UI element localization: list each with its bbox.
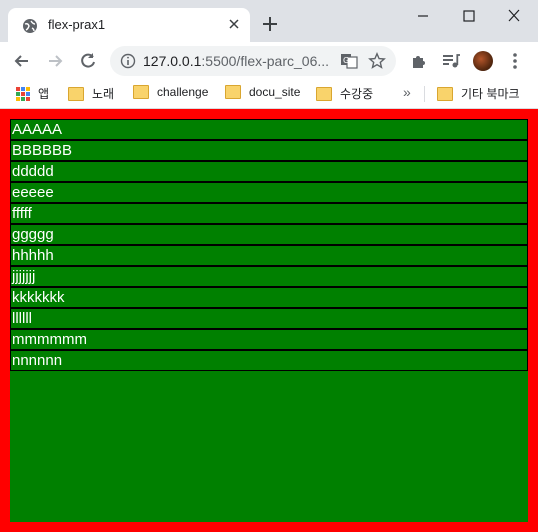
bookmark-folder[interactable]: 수강중 <box>316 85 373 102</box>
folder-icon <box>68 86 84 101</box>
bookmark-apps-label: 앱 <box>38 87 50 101</box>
close-tab-icon[interactable] <box>226 16 242 32</box>
tab-strip: flex-prax1 <box>0 0 538 42</box>
address-path: :5500/flex-parc_06... <box>201 53 330 69</box>
bookmark-folder[interactable]: challenge <box>133 85 208 99</box>
address-host: 127.0.0.1 <box>143 53 202 69</box>
bookmarks-overflow-button[interactable]: » <box>403 84 411 100</box>
flex-item: llllll <box>10 308 528 329</box>
bookmark-folder[interactable]: docu_site <box>225 85 300 99</box>
close-window-icon[interactable] <box>505 8 523 24</box>
flex-item: kkkkkkk <box>10 287 528 308</box>
new-tab-icon[interactable] <box>261 15 279 33</box>
maximize-icon[interactable] <box>460 8 478 24</box>
other-bookmarks[interactable]: 기타 북마크 <box>437 85 520 102</box>
folder-icon <box>133 85 149 99</box>
other-bookmarks-label: 기타 북마크 <box>461 87 520 101</box>
bookmarks-bar: 앱 노래 challenge docu_site 수강중 » 기타 북마크 <box>0 80 538 109</box>
back-icon[interactable] <box>12 51 32 71</box>
address-text[interactable]: 127.0.0.1:5500/flex-parc_06... <box>143 53 329 69</box>
reload-icon[interactable] <box>78 51 98 71</box>
flex-item: mmmmmm <box>10 329 528 350</box>
info-icon[interactable] <box>120 53 136 69</box>
globe-icon <box>23 19 37 33</box>
flex-item: hhhhh <box>10 245 528 266</box>
flex-item: jjjjjjj <box>10 266 528 287</box>
bookmark-apps[interactable]: 앱 <box>16 85 49 102</box>
flex-item: ddddd <box>10 161 528 182</box>
apps-grid-icon <box>16 86 30 101</box>
flex-item: fffff <box>10 203 528 224</box>
flex-item: ggggg <box>10 224 528 245</box>
media-playlist-icon[interactable] <box>441 51 461 71</box>
bookmark-label: docu_site <box>249 85 301 99</box>
extensions-icon[interactable] <box>409 51 429 71</box>
bookmarks-divider <box>424 86 425 102</box>
forward-icon[interactable] <box>45 51 65 71</box>
folder-icon <box>437 86 453 101</box>
page-viewport: AAAAA BBBBBB ddddd eeeee fffff ggggg hhh… <box>0 109 538 532</box>
flex-item: eeeee <box>10 182 528 203</box>
tab-active[interactable]: flex-prax1 <box>8 8 250 42</box>
browser-toolbar: 127.0.0.1:5500/flex-parc_06... G <box>0 42 538 80</box>
bookmark-label: 수강중 <box>340 87 374 101</box>
bookmark-label: challenge <box>157 85 209 99</box>
menu-dots-icon[interactable] <box>505 51 525 71</box>
folder-icon <box>316 86 332 101</box>
tab-title: flex-prax1 <box>48 17 106 32</box>
flex-item: nnnnnn <box>10 350 528 371</box>
svg-text:G: G <box>343 56 349 65</box>
flex-item: AAAAA <box>10 119 528 140</box>
bookmark-folder[interactable]: 노래 <box>68 85 114 102</box>
bookmark-label: 노래 <box>92 87 115 101</box>
flex-item: BBBBBB <box>10 140 528 161</box>
bookmark-star-icon[interactable] <box>368 52 386 70</box>
flex-container: AAAAA BBBBBB ddddd eeeee fffff ggggg hhh… <box>0 109 538 532</box>
folder-icon <box>225 85 241 99</box>
translate-icon[interactable]: G <box>340 52 358 70</box>
profile-avatar[interactable] <box>473 51 493 71</box>
minimize-icon[interactable] <box>414 8 432 24</box>
address-bar[interactable]: 127.0.0.1:5500/flex-parc_06... G <box>110 46 396 76</box>
